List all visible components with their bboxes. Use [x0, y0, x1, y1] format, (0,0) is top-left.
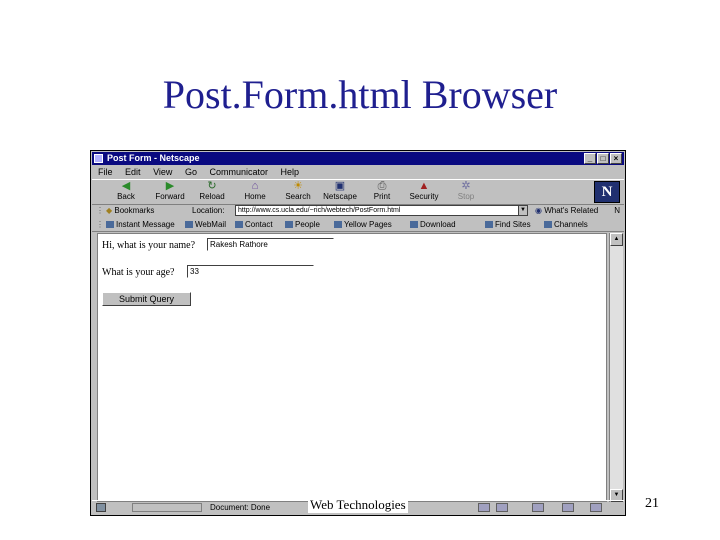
navigation-toolbar: ◀ Back ▶ Forward ↻ Reload ⌂ Home ☀ Searc… [92, 179, 624, 205]
page-content: Hi, what is your name? Rakesh Rathore Wh… [97, 233, 607, 502]
back-arrow-icon: ◀ [121, 180, 131, 192]
back-button[interactable]: ◀ Back [106, 181, 146, 203]
forward-button[interactable]: ▶ Forward [150, 181, 190, 203]
whats-related-button[interactable]: ◉ What's Related [535, 204, 598, 217]
menu-edit[interactable]: Edit [125, 167, 141, 177]
personal-toolbar-grip-icon: ⋮ [96, 220, 104, 229]
reload-button[interactable]: ↻ Reload [192, 181, 232, 203]
personal-item-people[interactable]: People [285, 218, 320, 231]
slide-page-number: 21 [645, 496, 659, 511]
browser-window: Post Form - Netscape _ □ × File Edit Vie… [90, 150, 626, 516]
maximize-icon[interactable]: □ [597, 153, 609, 164]
composer-icon[interactable] [532, 503, 544, 512]
bookmarks-button[interactable]: ◆ Bookmarks [106, 204, 154, 217]
stop-icon: ✲ [461, 180, 471, 192]
security-lock-icon[interactable] [96, 503, 106, 512]
find-sites-icon [485, 221, 493, 228]
home-icon: ⌂ [251, 180, 259, 192]
submit-query-button[interactable]: Submit Query [102, 292, 191, 306]
reload-icon: ↻ [207, 180, 217, 192]
addressbook-icon[interactable] [590, 503, 602, 512]
close-icon[interactable]: × [610, 153, 622, 164]
location-bar-collapse-icon[interactable]: N [614, 204, 620, 217]
toolbar-grip-icon: ⋮ [96, 206, 104, 215]
navigator-icon[interactable] [478, 503, 490, 512]
security-icon: ▲ [418, 180, 430, 192]
personal-item-find-sites[interactable]: Find Sites [485, 218, 531, 231]
whats-related-icon: ◉ [535, 206, 542, 215]
menu-communicator[interactable]: Communicator [209, 167, 268, 177]
vertical-scrollbar[interactable]: ▲ ▼ [609, 233, 623, 502]
menu-view[interactable]: View [153, 167, 172, 177]
menu-file[interactable]: File [98, 167, 113, 177]
netscape-app-icon [94, 154, 103, 163]
stop-button[interactable]: ✲ Stop [446, 181, 486, 203]
location-toolbar: ⋮ ◆ Bookmarks Location: http://www.cs.uc… [92, 204, 624, 217]
status-text: Document: Done [210, 503, 271, 512]
print-button[interactable]: ⎙ Print [362, 181, 402, 203]
slide-footer: Web Technologies [308, 497, 408, 513]
minimize-icon[interactable]: _ [584, 153, 596, 164]
channels-icon [544, 221, 552, 228]
search-button[interactable]: ☀ Search [278, 181, 318, 203]
slide-title: Post.Form.html Browser [162, 72, 558, 117]
window-titlebar[interactable]: Post Form - Netscape _ □ × [92, 152, 624, 165]
age-field[interactable]: 33 [187, 265, 314, 278]
search-icon: ☀ [293, 180, 303, 192]
location-url-field[interactable]: http://www.cs.ucla.edu/~rich/webtech/Pos… [235, 205, 525, 216]
location-label: Location: [192, 206, 225, 215]
yellow-pages-icon [334, 221, 342, 228]
netscape-button[interactable]: ▣ Netscape [320, 181, 360, 203]
window-title: Post Form - Netscape [107, 153, 200, 163]
security-button[interactable]: ▲ Security [404, 181, 444, 203]
personal-item-download[interactable]: Download [410, 218, 456, 231]
menu-bar: File Edit View Go Communicator Help [92, 166, 624, 178]
personal-item-webmail[interactable]: WebMail [185, 218, 226, 231]
people-icon [285, 221, 293, 228]
personal-item-contact[interactable]: Contact [235, 218, 273, 231]
name-label: Hi, what is your name? [102, 240, 196, 251]
name-field[interactable]: Rakesh Rathore [207, 238, 334, 251]
progress-bar [132, 503, 202, 512]
personal-toolbar: ⋮ Instant Message WebMail Contact People… [92, 218, 624, 232]
bookmark-icon: ◆ [106, 206, 113, 215]
print-icon: ⎙ [377, 180, 387, 192]
forward-arrow-icon: ▶ [165, 180, 175, 192]
personal-item-instant-message[interactable]: Instant Message [106, 218, 175, 231]
menu-go[interactable]: Go [185, 167, 197, 177]
scroll-up-icon[interactable]: ▲ [610, 233, 623, 246]
menu-help[interactable]: Help [281, 167, 300, 177]
netscape-icon: ▣ [334, 180, 346, 192]
webmail-icon [185, 221, 193, 228]
age-label: What is your age? [102, 267, 175, 278]
instant-message-icon [106, 221, 114, 228]
home-button[interactable]: ⌂ Home [235, 181, 275, 203]
chevron-down-icon[interactable]: ▼ [518, 205, 528, 216]
personal-item-channels[interactable]: Channels [544, 218, 588, 231]
personal-item-yellow-pages[interactable]: Yellow Pages [334, 218, 392, 231]
mail-icon[interactable] [496, 503, 508, 512]
netscape-logo[interactable]: N [594, 181, 620, 203]
contact-icon [235, 221, 243, 228]
discussion-icon[interactable] [562, 503, 574, 512]
download-icon [410, 221, 418, 228]
